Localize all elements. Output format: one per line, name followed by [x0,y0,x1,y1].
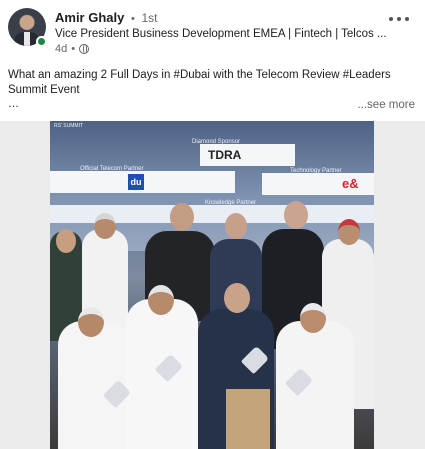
person-head [78,307,104,337]
person-head [170,203,194,231]
post-text: What an amazing 2 Full Days in #Dubai wi… [8,69,391,96]
person-head [338,219,360,245]
person-trousers [226,389,270,449]
du-logo: du [128,174,144,190]
author-headline: Vice President Business Development EMEA… [55,28,387,40]
person-head [148,285,174,315]
post-meta: 4d • [55,43,90,55]
see-more-link[interactable]: ...see more [357,99,415,111]
text-ellipsis: … [8,98,19,110]
person-head [94,213,116,239]
dot-icon [405,17,409,21]
name-separator: • [130,13,135,25]
tdra-logo: TDRA [208,148,242,162]
diamond-sponsor-banner: TDRA [200,144,295,166]
dot-icon [397,17,401,21]
person-head [284,201,308,229]
connection-degree: 1st [141,11,158,25]
author-line: Amir Ghaly • 1st [55,10,157,25]
more-options-button[interactable] [389,14,409,24]
person-head [225,213,247,239]
avatar-shirt [24,32,30,46]
person-head [300,303,326,333]
eand-logo: e& [342,176,359,191]
author-name[interactable]: Amir Ghaly [55,10,124,25]
globe-icon [79,44,90,54]
post-time: 4d [55,43,68,55]
dot-icon [389,17,393,21]
online-status-indicator [36,36,47,47]
summit-label: RS' SUMMIT [54,123,84,129]
meta-separator: • [71,43,76,55]
person-head [56,229,76,253]
post-media[interactable]: RS' SUMMIT Diamond Sponsor TDRA Official… [0,121,425,449]
telecom-partner-banner: du [50,171,235,193]
technology-partner-banner: e& [262,173,374,195]
post-header: Amir Ghaly • 1st Vice President Business… [0,0,425,62]
person-head [224,283,250,313]
event-photo[interactable]: RS' SUMMIT Diamond Sponsor TDRA Official… [50,121,374,449]
